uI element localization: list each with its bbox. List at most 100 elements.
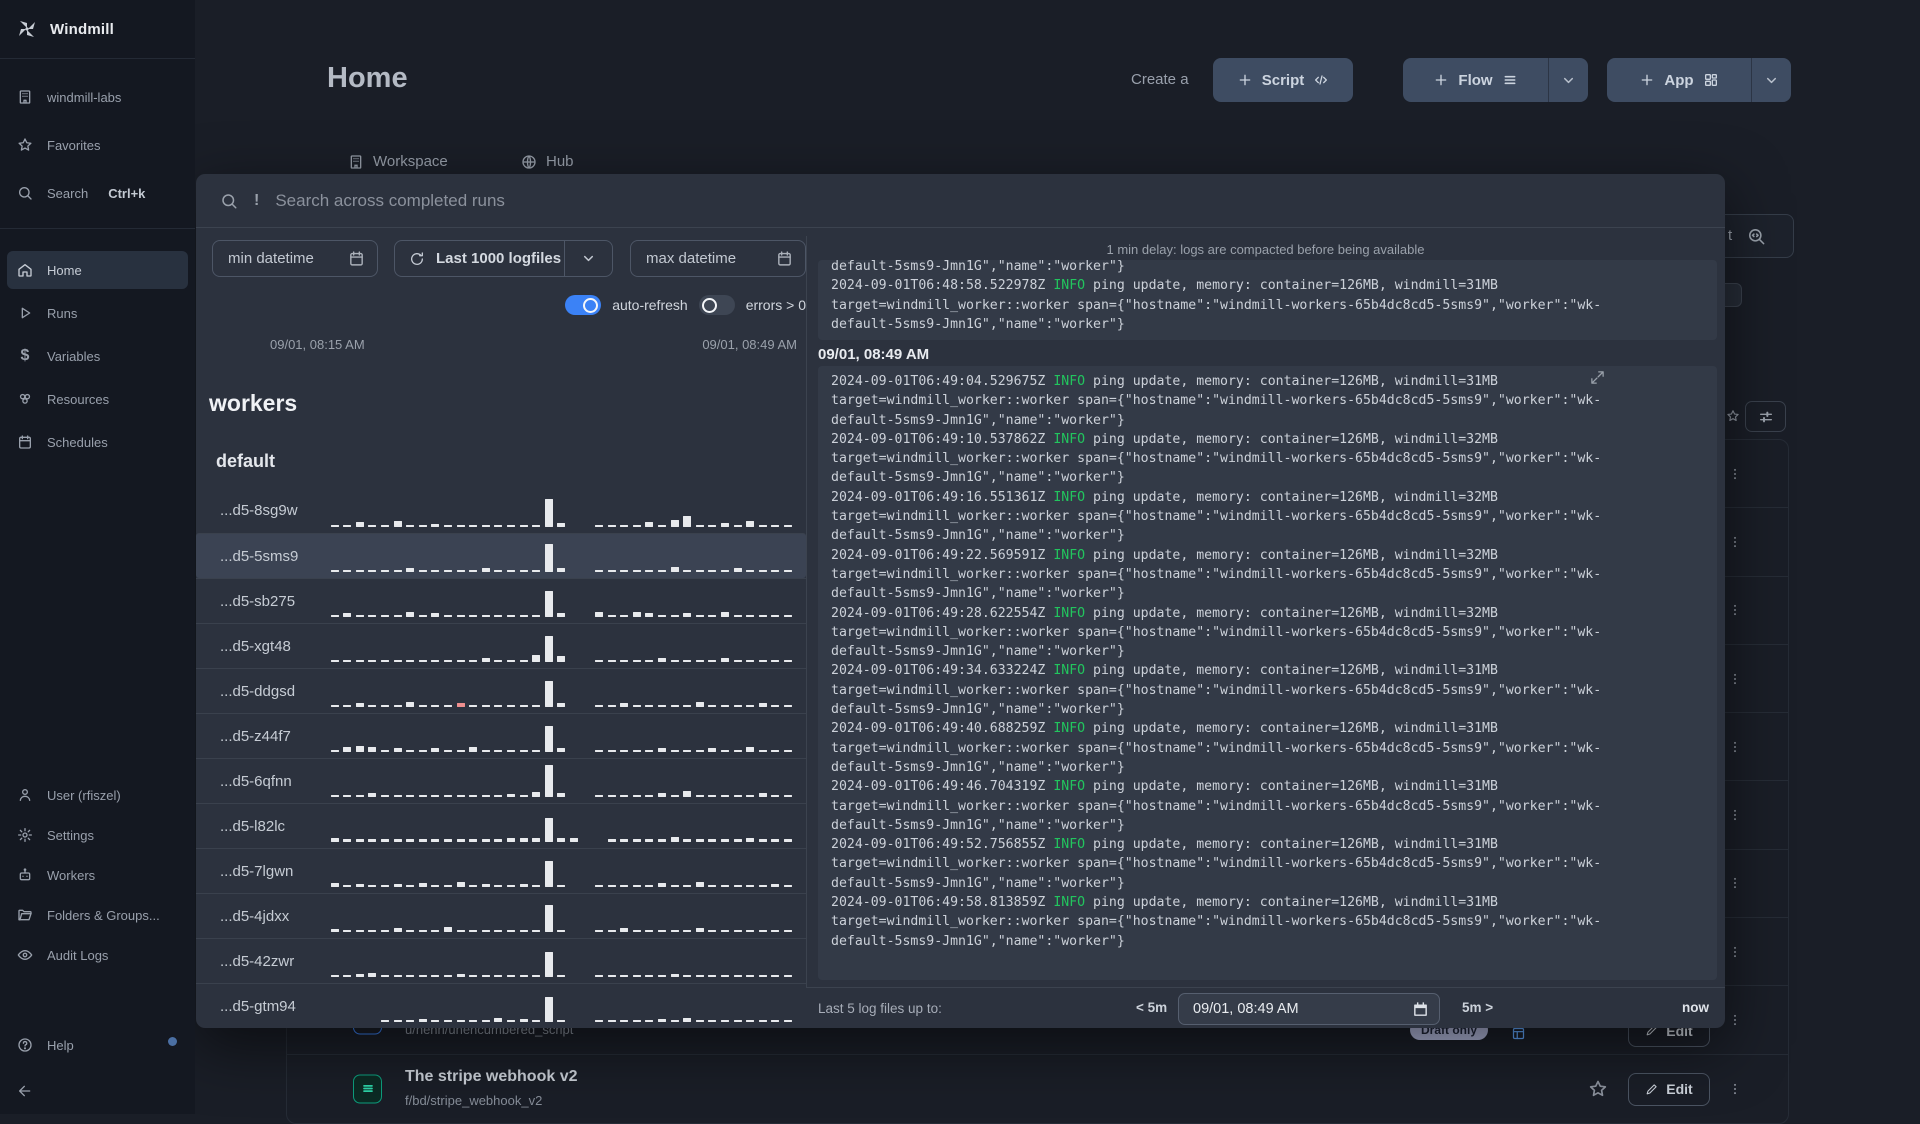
worker-row[interactable]: ...d5-ddgsd [196, 668, 806, 713]
worker-row[interactable]: ...d5-sb275 [196, 578, 806, 623]
calendar-icon[interactable] [1412, 1001, 1429, 1018]
log-entry: 2024-09-01T06:49:58.813859Z INFO ping up… [831, 895, 1602, 949]
worker-row[interactable]: ...d5-42zwr [196, 938, 806, 983]
list-item-stripe-webhook[interactable]: The stripe webhook v2 f/bd/stripe_webhook… [287, 1055, 1788, 1123]
sidebar-item-audit-logs[interactable]: Audit Logs [0, 936, 195, 974]
sparkline-bar [469, 615, 478, 617]
logfiles-range-dropdown[interactable]: Last 1000 logfiles [394, 240, 613, 277]
log-level-info: INFO [1053, 663, 1086, 679]
min-datetime-input[interactable]: min datetime [212, 240, 378, 277]
worker-row[interactable]: ...d5-6qfnn [196, 758, 806, 803]
sparkline-bar [708, 975, 717, 977]
sidebar-item-runs[interactable]: Runs [0, 294, 195, 332]
create-script-button[interactable]: Script [1213, 58, 1353, 102]
sparkline-bar [784, 930, 792, 932]
kebab-menu-icon[interactable] [1728, 1079, 1742, 1099]
tab-workspace[interactable]: Workspace [348, 153, 448, 170]
kebab-menu-icon[interactable] [1728, 464, 1742, 484]
worker-row[interactable]: ...d5-z44f7 [196, 713, 806, 758]
sparkline-bar [330, 750, 339, 752]
sparkline-bar [506, 570, 515, 572]
kebab-menu-icon[interactable] [1728, 532, 1742, 552]
errors-only-toggle[interactable] [698, 295, 735, 315]
max-datetime-input[interactable]: max datetime [630, 240, 806, 277]
sidebar-item-settings[interactable]: Settings [0, 816, 195, 854]
sparkline-bar [583, 526, 591, 527]
expand-log-icon[interactable] [1590, 370, 1605, 385]
worker-row[interactable]: ...d5-4jdxx [196, 893, 806, 938]
sparkline-bar [456, 570, 465, 572]
log-entry: 2024-09-01T06:49:40.688259Z INFO ping up… [831, 721, 1602, 775]
log-block-current: 2024-09-01T06:49:04.529675Z INFO ping up… [818, 366, 1717, 980]
create-flow-button[interactable]: Flow [1403, 58, 1548, 102]
step-forward-5m-button[interactable]: 5m > [1462, 1000, 1493, 1015]
sparkline-bar [758, 615, 767, 617]
sidebar-item-home[interactable]: Home [7, 251, 188, 289]
sparkline-bar [481, 1020, 490, 1022]
tab-hub[interactable]: Hub [521, 153, 574, 170]
chevron-down-icon [581, 251, 596, 266]
app-logo-row[interactable]: Windmill [0, 10, 195, 48]
sparkline-bar [670, 705, 679, 707]
sparkline-bar [532, 838, 541, 842]
sidebar-item-variables[interactable]: $ Variables [0, 337, 195, 375]
sidebar-item-search[interactable]: Search Ctrl+k [0, 174, 195, 212]
kebab-menu-icon[interactable] [1728, 737, 1742, 757]
create-app-button[interactable]: App [1607, 58, 1751, 102]
sparkline-bar [683, 570, 692, 572]
worker-row[interactable]: ...d5-xgt48 [196, 623, 806, 668]
kebab-menu-icon[interactable] [1728, 600, 1742, 620]
sparkline-bar [469, 1020, 478, 1022]
kebab-menu-icon[interactable] [1728, 805, 1742, 825]
favorite-star-icon[interactable] [1588, 1079, 1608, 1099]
kebab-menu-icon[interactable] [1728, 942, 1742, 962]
kebab-menu-icon[interactable] [1728, 873, 1742, 893]
sparkline-bar [506, 660, 515, 662]
kebab-menu-icon[interactable] [1728, 1010, 1742, 1030]
sparkline-bar [544, 544, 553, 572]
calendar-icon[interactable] [348, 250, 365, 267]
kebab-menu-icon[interactable] [1728, 669, 1742, 689]
sidebar-item-workers[interactable]: Workers [0, 856, 195, 894]
sidebar-item-help[interactable]: Help [0, 1026, 195, 1064]
runs-search-input[interactable] [275, 190, 1725, 211]
sidebar-item-favorites[interactable]: Favorites [0, 126, 195, 164]
edit-button[interactable]: Edit [1628, 1072, 1710, 1106]
log-window-datetime-input[interactable]: 09/01, 08:49 AM [1178, 993, 1440, 1025]
sparkline-bar [532, 792, 541, 797]
sparkline-bar [406, 702, 415, 707]
create-app-dropdown-button[interactable] [1751, 58, 1791, 102]
worker-row[interactable]: ...d5-7lgwn [196, 848, 806, 893]
worker-row[interactable]: ...d5-gtm94 [196, 983, 806, 1028]
sparkline-bar [758, 930, 767, 932]
sidebar-item-user-rfiszel[interactable]: User (rfiszel) [0, 776, 195, 814]
step-back-5m-button[interactable]: < 5m [1136, 1000, 1167, 1015]
auto-refresh-toggle[interactable] [565, 295, 602, 315]
folder-icon [17, 907, 33, 923]
min-datetime-placeholder: min datetime [228, 250, 314, 267]
worker-row[interactable]: ...d5-5sms9 [196, 533, 806, 578]
worker-row[interactable]: ...d5-l82lc [196, 803, 806, 848]
log-delay-notice: 1 min delay: logs are compacted before b… [1106, 242, 1425, 257]
sparkline-bar [506, 1020, 515, 1022]
worker-name: ...d5-5sms9 [220, 547, 299, 565]
sidebar-item-windmill-labs[interactable]: windmill-labs [0, 78, 195, 116]
sparkline-bar [746, 705, 755, 707]
calendar-icon[interactable] [776, 250, 793, 267]
create-flow-dropdown-button[interactable] [1548, 58, 1588, 102]
filter-button[interactable] [1745, 401, 1786, 432]
sparkline-bar [746, 660, 755, 662]
sparkline-bar [733, 975, 742, 977]
sidebar-item-resources[interactable]: Resources [0, 380, 195, 418]
log-level-info: INFO [1053, 721, 1086, 737]
sidebar-item-folders-groups[interactable]: Folders & Groups... [0, 896, 195, 934]
sidebar-item-schedules[interactable]: Schedules [0, 423, 195, 461]
sparkline-bar [393, 660, 402, 662]
jump-to-now-button[interactable]: now [1682, 1000, 1709, 1015]
sidebar-item-label: Resources [47, 391, 110, 407]
sparkline-bar [368, 570, 377, 572]
collapse-sidebar-button[interactable] [0, 1072, 195, 1110]
logfiles-dropdown-chevron[interactable] [564, 241, 612, 276]
sparkline-bar [330, 883, 339, 887]
worker-row[interactable]: ...d5-8sg9w [196, 488, 806, 533]
